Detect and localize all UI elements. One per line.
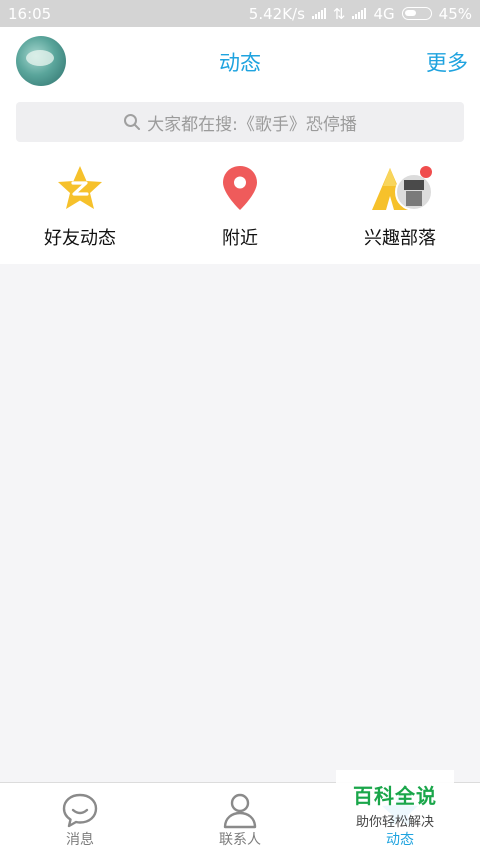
- quick-item-label: 好友动态: [44, 228, 116, 249]
- search-placeholder: 大家都在搜:《歌手》恐停播: [147, 114, 357, 135]
- watermark-subtitle: 助你轻松解决: [355, 815, 434, 830]
- quick-item-nearby[interactable]: 附近: [160, 164, 320, 254]
- quick-item-interest-tribe[interactable]: 兴趣部落: [320, 164, 480, 254]
- more-button[interactable]: 更多: [426, 47, 468, 77]
- tab-label: 联系人: [219, 832, 261, 848]
- quick-entries: 好友动态 附近 兴趣部落: [0, 152, 480, 264]
- chat-bubble-icon: [62, 793, 98, 828]
- contact-person-icon: [223, 793, 257, 829]
- status-right-group: 5.42K/s ⇅ 4G 45%: [249, 5, 472, 23]
- watermark-title: 百科全说: [353, 784, 437, 808]
- friends-star-icon: [58, 166, 102, 209]
- data-arrows-icon: ⇅: [332, 4, 346, 23]
- tab-label: 消息: [66, 832, 94, 848]
- search-section: 大家都在搜:《歌手》恐停播: [0, 95, 480, 152]
- quick-item-label: 附近: [222, 228, 258, 249]
- notification-badge: [420, 166, 432, 178]
- tribe-tent-icon: [372, 166, 433, 211]
- feed-content-area: [0, 264, 480, 782]
- quick-item-friends-feed[interactable]: 好友动态: [0, 164, 160, 254]
- app-header: 动态 更多: [0, 27, 480, 95]
- status-speed: 5.42K/s: [248, 4, 305, 23]
- signal-icon-2: [352, 8, 367, 19]
- tab-messages[interactable]: 消息: [0, 783, 160, 853]
- location-pin-icon: [223, 166, 257, 210]
- battery-icon: [401, 7, 432, 20]
- quick-item-label: 兴趣部落: [364, 228, 436, 249]
- signal-icon: [311, 8, 326, 19]
- status-battery: 45%: [438, 4, 472, 23]
- status-bar: 16:05 5.42K/s ⇅ 4G 45%: [0, 0, 480, 27]
- status-time: 16:05: [8, 4, 52, 23]
- search-input[interactable]: 大家都在搜:《歌手》恐停播: [16, 102, 464, 142]
- watermark: 百科全说 助你轻松解决: [336, 770, 454, 830]
- tab-label: 动态: [386, 832, 414, 848]
- tab-contacts[interactable]: 联系人: [160, 783, 320, 853]
- search-icon: [124, 114, 141, 130]
- status-network: 4G: [373, 4, 395, 23]
- page-title: 动态: [219, 51, 261, 75]
